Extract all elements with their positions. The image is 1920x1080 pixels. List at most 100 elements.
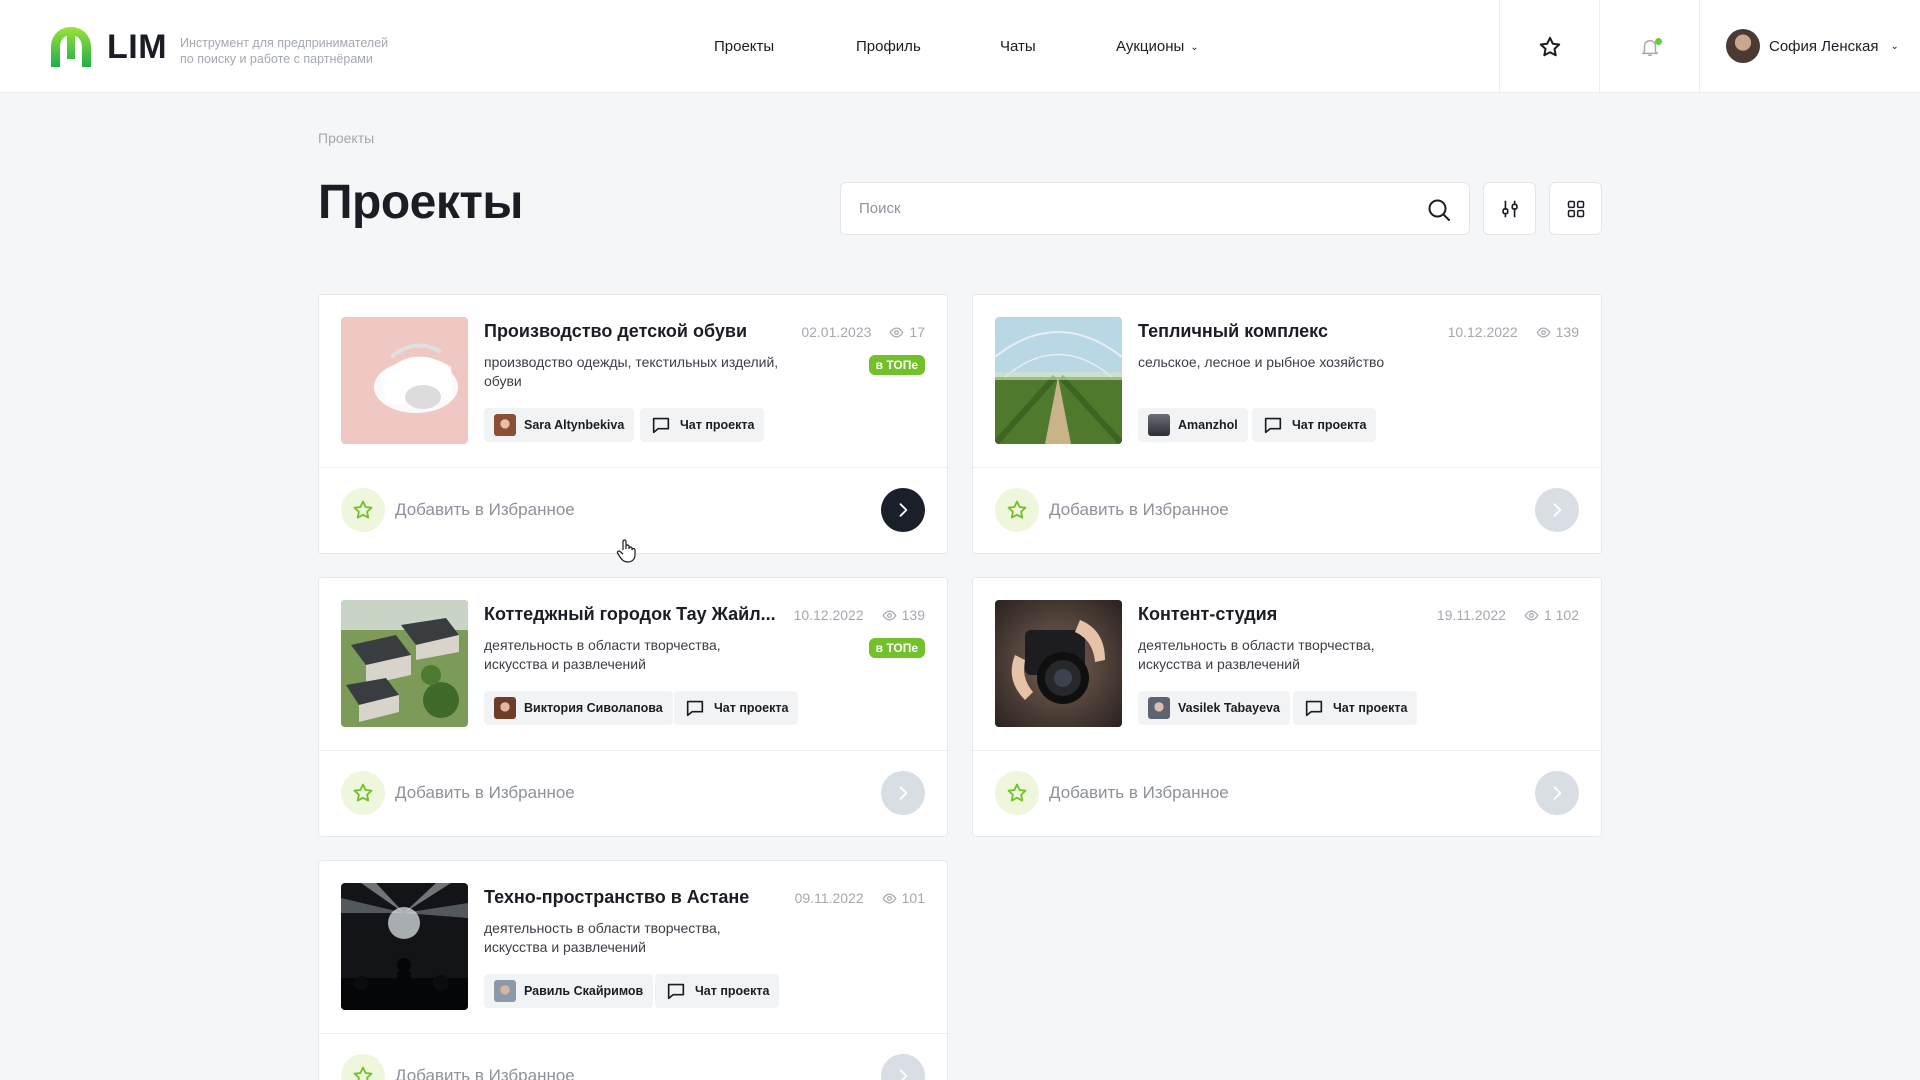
chevron-right-icon — [893, 500, 913, 520]
project-date: 10.12.2022 — [793, 607, 864, 623]
divider — [973, 750, 1601, 751]
author-chip[interactable]: Sara Altynbekiva — [484, 408, 635, 442]
project-category: деятельность в области творчества, искус… — [484, 920, 721, 955]
nav-item-projects[interactable]: Проекты — [714, 38, 774, 55]
star-icon — [1539, 36, 1560, 56]
nav-item-chats[interactable]: Чаты — [1000, 38, 1036, 55]
logo-mark-icon — [51, 27, 91, 67]
add-to-favorites-button[interactable]: Добавить в Избранное — [995, 771, 1229, 815]
chat-label: Чат проекта — [1333, 701, 1408, 715]
project-card[interactable]: Техно-пространство в Астане 09.11.2022 1… — [318, 860, 948, 1080]
author-name: Sara Altynbekiva — [524, 418, 625, 432]
open-project-button[interactable] — [881, 1054, 925, 1080]
breadcrumb[interactable]: Проекты — [318, 130, 374, 146]
divider — [319, 1033, 947, 1034]
project-card[interactable]: Коттеджный городок Тау Жайл... 10.12.202… — [318, 577, 948, 837]
project-chat-button[interactable]: Чат проекта — [655, 974, 780, 1008]
project-card[interactable]: Тепличный комплекс 10.12.2022 139 сельск… — [972, 294, 1602, 554]
open-project-button[interactable] — [1535, 771, 1579, 815]
project-image-baby-shoes[interactable] — [341, 317, 468, 444]
chat-label: Чат проекта — [695, 984, 770, 998]
tagline: Инструмент для предпринимателей по поиск… — [180, 35, 420, 67]
project-chat-button[interactable]: Чат проекта — [1252, 408, 1377, 442]
author-chip[interactable]: Виктория Сиволапова — [484, 691, 673, 725]
project-image-cottage-town[interactable] — [341, 600, 468, 727]
favorites-label: Добавить в Избранное — [395, 783, 575, 802]
star-icon — [341, 771, 385, 815]
project-meta: 19.11.2022 1 102 — [1437, 607, 1579, 623]
project-card[interactable]: Производство детской обуви 02.01.2023 17… — [318, 294, 948, 554]
project-chat-button[interactable]: Чат проекта — [674, 691, 799, 725]
author-name: Vasilek Tabayeva — [1178, 701, 1280, 715]
user-menu[interactable]: София Ленская ⌄ — [1726, 29, 1899, 63]
notifications-button[interactable] — [1599, 0, 1699, 93]
author-chip[interactable]: Vasilek Tabayeva — [1138, 691, 1290, 725]
star-icon — [995, 771, 1039, 815]
project-image-camera[interactable] — [995, 600, 1122, 727]
author-name: Равиль Скайримов — [524, 984, 644, 998]
user-name: София Ленская — [1769, 37, 1879, 55]
eye-icon — [1524, 608, 1539, 623]
project-date: 10.12.2022 — [1447, 324, 1518, 340]
tagline-line-2: по поиску и работе с партнёрами — [180, 52, 373, 66]
filter-sliders-icon — [1501, 200, 1518, 217]
grid-view-button[interactable] — [1549, 182, 1602, 235]
notification-dot — [1655, 38, 1662, 45]
project-image-concert[interactable] — [341, 883, 468, 1010]
project-meta: 10.12.2022 139 — [1448, 324, 1579, 340]
chat-icon — [665, 980, 687, 1002]
project-chat-button[interactable]: Чат проекта — [640, 408, 765, 442]
top-badge: в ТОПе — [868, 355, 925, 375]
project-meta: 10.12.2022 139 — [794, 607, 925, 623]
search-icon[interactable] — [1427, 198, 1451, 222]
chat-icon — [1303, 697, 1325, 719]
project-title[interactable]: Контент-студия — [1138, 604, 1277, 625]
project-category: деятельность в области творчества, искус… — [484, 637, 721, 672]
add-to-favorites-button[interactable]: Добавить в Избранное — [341, 1054, 575, 1080]
nav-item-auctions[interactable]: Аукционы ⌄ — [1116, 38, 1199, 55]
chevron-right-icon — [893, 1066, 913, 1080]
top-badge: в ТОПе — [868, 638, 925, 658]
divider — [319, 467, 947, 468]
star-icon — [341, 488, 385, 532]
add-to-favorites-button[interactable]: Добавить в Избранное — [341, 771, 575, 815]
project-card[interactable]: Контент-студия 19.11.2022 1 102 деятельн… — [972, 577, 1602, 837]
project-meta: 09.11.2022 101 — [795, 890, 925, 906]
chevron-down-icon: ⌄ — [1890, 40, 1899, 52]
star-icon — [341, 1054, 385, 1080]
avatar — [1148, 697, 1170, 719]
open-project-button[interactable] — [1535, 488, 1579, 532]
project-title[interactable]: Техно-пространство в Астане — [484, 887, 749, 908]
favorites-button[interactable] — [1499, 0, 1599, 93]
author-chip[interactable]: Amanzhol — [1138, 408, 1248, 442]
nav-item-profile[interactable]: Профиль — [856, 38, 921, 55]
avatar — [1726, 29, 1760, 63]
open-project-button[interactable] — [881, 771, 925, 815]
chat-icon — [650, 414, 672, 436]
chat-label: Чат проекта — [680, 418, 755, 432]
project-views: 1 102 — [1543, 607, 1579, 623]
chevron-right-icon — [1547, 500, 1567, 520]
project-image-greenhouse[interactable] — [995, 317, 1122, 444]
project-title[interactable]: Коттеджный городок Тау Жайл... — [484, 604, 776, 625]
filter-button[interactable] — [1483, 182, 1536, 235]
project-date: 19.11.2022 — [1436, 607, 1506, 623]
project-views: 17 — [909, 324, 925, 340]
eye-icon — [882, 891, 897, 906]
project-chat-button[interactable]: Чат проекта — [1293, 691, 1418, 725]
open-project-button[interactable] — [881, 488, 925, 532]
eye-icon — [882, 608, 897, 623]
favorites-label: Добавить в Избранное — [1049, 783, 1229, 802]
logo[interactable]: LIM — [49, 25, 167, 69]
divider — [973, 467, 1601, 468]
chat-label: Чат проекта — [1292, 418, 1367, 432]
project-meta: 02.01.2023 17 — [801, 324, 925, 340]
favorites-label: Добавить в Избранное — [395, 1066, 575, 1080]
project-title[interactable]: Тепличный комплекс — [1138, 321, 1328, 342]
add-to-favorites-button[interactable]: Добавить в Избранное — [341, 488, 575, 532]
author-chip[interactable]: Равиль Скайримов — [484, 974, 654, 1008]
avatar — [1148, 414, 1170, 436]
search-input[interactable] — [859, 183, 1399, 234]
project-title[interactable]: Производство детской обуви — [484, 321, 747, 342]
add-to-favorites-button[interactable]: Добавить в Избранное — [995, 488, 1229, 532]
